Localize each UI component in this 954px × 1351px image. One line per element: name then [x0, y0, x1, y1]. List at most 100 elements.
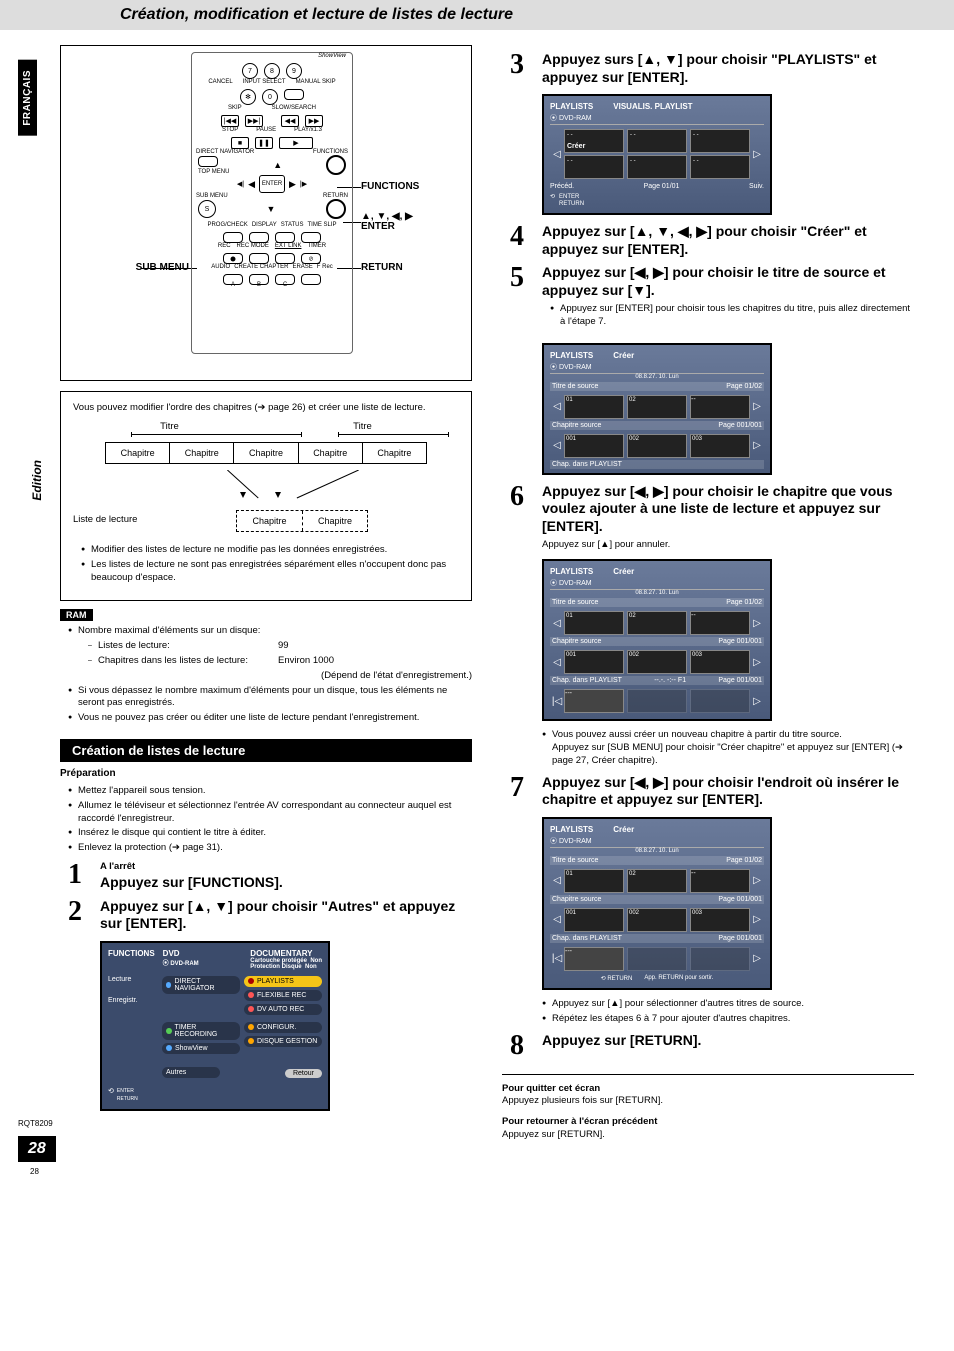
btn-recmode[interactable] [249, 253, 269, 264]
step8-title: Appuyez sur [RETURN]. [542, 1032, 914, 1050]
btn-skip-fwd[interactable]: ▶▶| [245, 115, 263, 127]
btn-skip-back[interactable]: |◀◀ [221, 115, 239, 127]
step5-title: Appuyez sur [◀, ▶] pour choisir le titre… [542, 264, 914, 299]
btn-timeslip[interactable] [301, 232, 321, 243]
btn-timer[interactable]: ⊘ [301, 253, 321, 264]
lbl-direct-nav: DIRECT NAVIGATOR [196, 149, 254, 155]
func-retour[interactable]: Retour [285, 1069, 322, 1078]
thumb-chap-001[interactable]: 001 [564, 434, 624, 458]
prep-item-4: Enlevez la protection (➔ page 31). [68, 842, 472, 855]
diagram-bullet-2: Les listes de lecture ne sont pas enregi… [81, 559, 459, 585]
step-num-2: 2 [60, 898, 90, 926]
page-title-bar: Création, modification et lecture de lis… [0, 0, 954, 30]
thumb-src-02[interactable]: 02 [627, 395, 687, 419]
btn-b[interactable]: B [249, 274, 269, 285]
prep-item-1: Mettez l'appareil sous tension. [68, 785, 472, 798]
thumb-chap-003[interactable]: 003 [690, 434, 750, 458]
liste-label: Liste de lecture [73, 514, 137, 527]
func-item-timer[interactable]: TIMER RECORDING [162, 1022, 240, 1040]
scr-suiv[interactable]: Suiv. [749, 183, 764, 190]
lbl-display: DISPLAY [252, 222, 277, 228]
btn-0[interactable]: 0 [262, 89, 278, 105]
btn-direct-nav[interactable] [198, 156, 218, 167]
func-item-config[interactable]: CONFIGUR. [244, 1022, 322, 1033]
lbl-rec: REC [218, 243, 231, 249]
step7-note-2: Répétez les étapes 6 à 7 pour ajouter d'… [542, 1013, 914, 1026]
step-num-6: 6 [502, 483, 532, 511]
btn-9[interactable]: 9 [286, 63, 302, 79]
playlist-concept-box: Vous pouvez modifier l'ordre des chapitr… [60, 391, 472, 601]
btn-status[interactable] [275, 232, 295, 243]
func-item-dvauto[interactable]: DV AUTO REC [244, 1004, 322, 1015]
lbl-erase: ERASE [292, 264, 312, 270]
btn-progcheck[interactable] [223, 232, 243, 243]
btn-enter[interactable]: ENTER [259, 175, 285, 193]
btn-pause[interactable]: ❚❚ [255, 137, 273, 149]
thumb-src-blank-1[interactable]: -- [690, 395, 750, 419]
btn-play[interactable]: ▶ [279, 137, 313, 149]
func-autres[interactable]: Autres [162, 1067, 220, 1078]
page-number: 28 [18, 1136, 56, 1162]
btn-frec[interactable] [301, 274, 321, 285]
thumb-creer[interactable]: - - Créer [564, 129, 624, 153]
thumb-src-01[interactable]: 01 [564, 395, 624, 419]
btn-rec[interactable] [223, 253, 243, 264]
btn-manual-skip[interactable] [284, 89, 304, 100]
chapter-row-playlist: Chapitre Chapitre [236, 510, 368, 532]
btn-a[interactable]: A [223, 274, 243, 285]
btn-star[interactable]: ✻ [240, 89, 256, 105]
remote-diagram: SUB MENU FUNCTIONS ▲, ▼, ◀, ▶ ENTER RETU… [60, 45, 472, 381]
btn-7[interactable]: 7 [242, 63, 258, 79]
btn-display[interactable] [249, 232, 269, 243]
section-side-label: Edition [30, 460, 44, 501]
btn-rew[interactable]: ◀◀ [281, 115, 299, 127]
lbl-cancel: CANCEL [208, 79, 232, 85]
func-item-showview[interactable]: ShowView [162, 1043, 240, 1054]
lbl-stop: STOP [222, 127, 238, 133]
btn-functions[interactable] [326, 155, 346, 175]
scr-nav-right[interactable]: ▷ [750, 129, 764, 179]
chapter-row-top: Chapitre Chapitre Chapitre Chapitre Chap… [105, 442, 427, 464]
step1-title: Appuyez sur [FUNCTIONS]. [100, 874, 472, 892]
step-num-1: 1 [60, 861, 90, 889]
step-num-5: 5 [502, 264, 532, 292]
prev-title: Pour retourner à l'écran précédent [502, 1116, 657, 1127]
remote-label-functions: FUNCTIONS [361, 181, 419, 192]
scr-preced[interactable]: Précéd. [550, 183, 574, 190]
thumb-empty-3[interactable]: - - [564, 155, 624, 179]
func-lecture: Lecture [108, 976, 158, 983]
thumb-empty-2[interactable]: - - [690, 129, 750, 153]
func-item-playlists[interactable]: PLAYLISTS [244, 976, 322, 987]
btn-extlink[interactable] [275, 253, 295, 264]
lbl-pause: PAUSE [256, 127, 276, 133]
func-item-disque[interactable]: DISQUE GESTION [244, 1036, 322, 1047]
step6-note-1: Vous pouvez aussi créer un nouveau chapi… [542, 729, 914, 767]
thumb-chap-002[interactable]: 002 [627, 434, 687, 458]
btn-c[interactable]: C [275, 274, 295, 285]
diagram-bullet-1: Modifier des listes de lecture ne modifi… [81, 544, 459, 557]
lbl-extlink: EXT LINK [275, 243, 302, 249]
thumb-empty-5[interactable]: - - [690, 155, 750, 179]
thumb-empty-1[interactable]: - - [627, 129, 687, 153]
btn-ff[interactable]: ▶▶ [305, 115, 323, 127]
thumb-empty-4[interactable]: - - [627, 155, 687, 179]
scr-nav-left[interactable]: ◁ [550, 129, 564, 179]
btn-8[interactable]: 8 [264, 63, 280, 79]
btn-stop[interactable]: ■ [231, 137, 249, 149]
step7-title: Appuyez sur [◀, ▶] pour choisir l'endroi… [542, 774, 914, 809]
btn-return[interactable] [326, 199, 346, 219]
scr-page: Page 01/01 [644, 183, 680, 190]
lbl-sub-menu: SUB MENU [196, 193, 228, 199]
step-num-4: 4 [502, 223, 532, 251]
btn-submenu[interactable]: S [198, 200, 216, 218]
lbl-frec: F Rec [317, 264, 333, 270]
ram-bullet-1: Si vous dépassez le nombre maximum d'élé… [68, 685, 472, 711]
showview-label: ShowView [192, 53, 352, 59]
diagram-intro: Vous pouvez modifier l'ordre des chapitr… [73, 402, 459, 415]
lbl-manual-skip: MANUAL SKIP [296, 79, 336, 85]
ram-tag: RAM [60, 609, 93, 621]
preparation-label: Préparation [60, 768, 472, 779]
func-item-directnav[interactable]: DIRECT NAVIGATOR [162, 976, 240, 994]
func-item-flex[interactable]: FLEXIBLE REC [244, 990, 322, 1001]
step-num-7: 7 [502, 774, 532, 802]
